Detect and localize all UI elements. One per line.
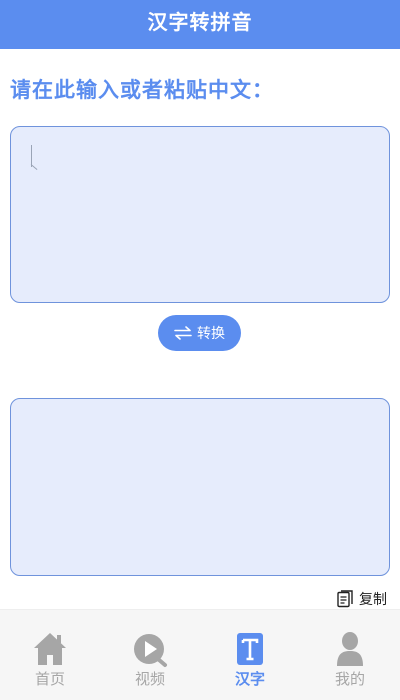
bottom-tab-bar: 首页 视频 汉字 我的 — [0, 609, 400, 700]
tab-label-hanzi: 汉字 — [234, 670, 265, 688]
user-icon — [337, 632, 363, 666]
app-header: 汉字转拼音 — [0, 0, 400, 49]
page-title: 汉字转拼音 — [147, 10, 253, 34]
pinyin-output-field[interactable] — [10, 398, 390, 576]
chinese-input-field[interactable] — [10, 126, 390, 303]
tab-label-video: 视频 — [134, 670, 165, 688]
convert-button-label: 转换 — [197, 326, 225, 342]
copy-icon — [337, 590, 353, 608]
tab-hanzi[interactable]: 汉字 — [200, 610, 300, 700]
home-icon — [34, 633, 66, 665]
tab-label-mine: 我的 — [334, 670, 365, 688]
text-t-icon — [237, 633, 263, 665]
text-cursor-icon — [30, 145, 38, 171]
copy-button[interactable]: 复制 — [337, 588, 387, 610]
tab-mine[interactable]: 我的 — [300, 610, 400, 700]
input-prompt-label: 请在此输入或者粘贴中文： — [10, 78, 274, 102]
tab-video[interactable]: 视频 — [100, 610, 200, 700]
tab-home[interactable]: 首页 — [0, 610, 100, 700]
tab-label-home: 首页 — [34, 670, 65, 688]
swap-arrows-icon — [174, 326, 192, 340]
convert-button[interactable]: 转换 — [158, 315, 241, 351]
video-play-icon — [134, 634, 167, 667]
copy-button-label: 复制 — [359, 592, 387, 608]
